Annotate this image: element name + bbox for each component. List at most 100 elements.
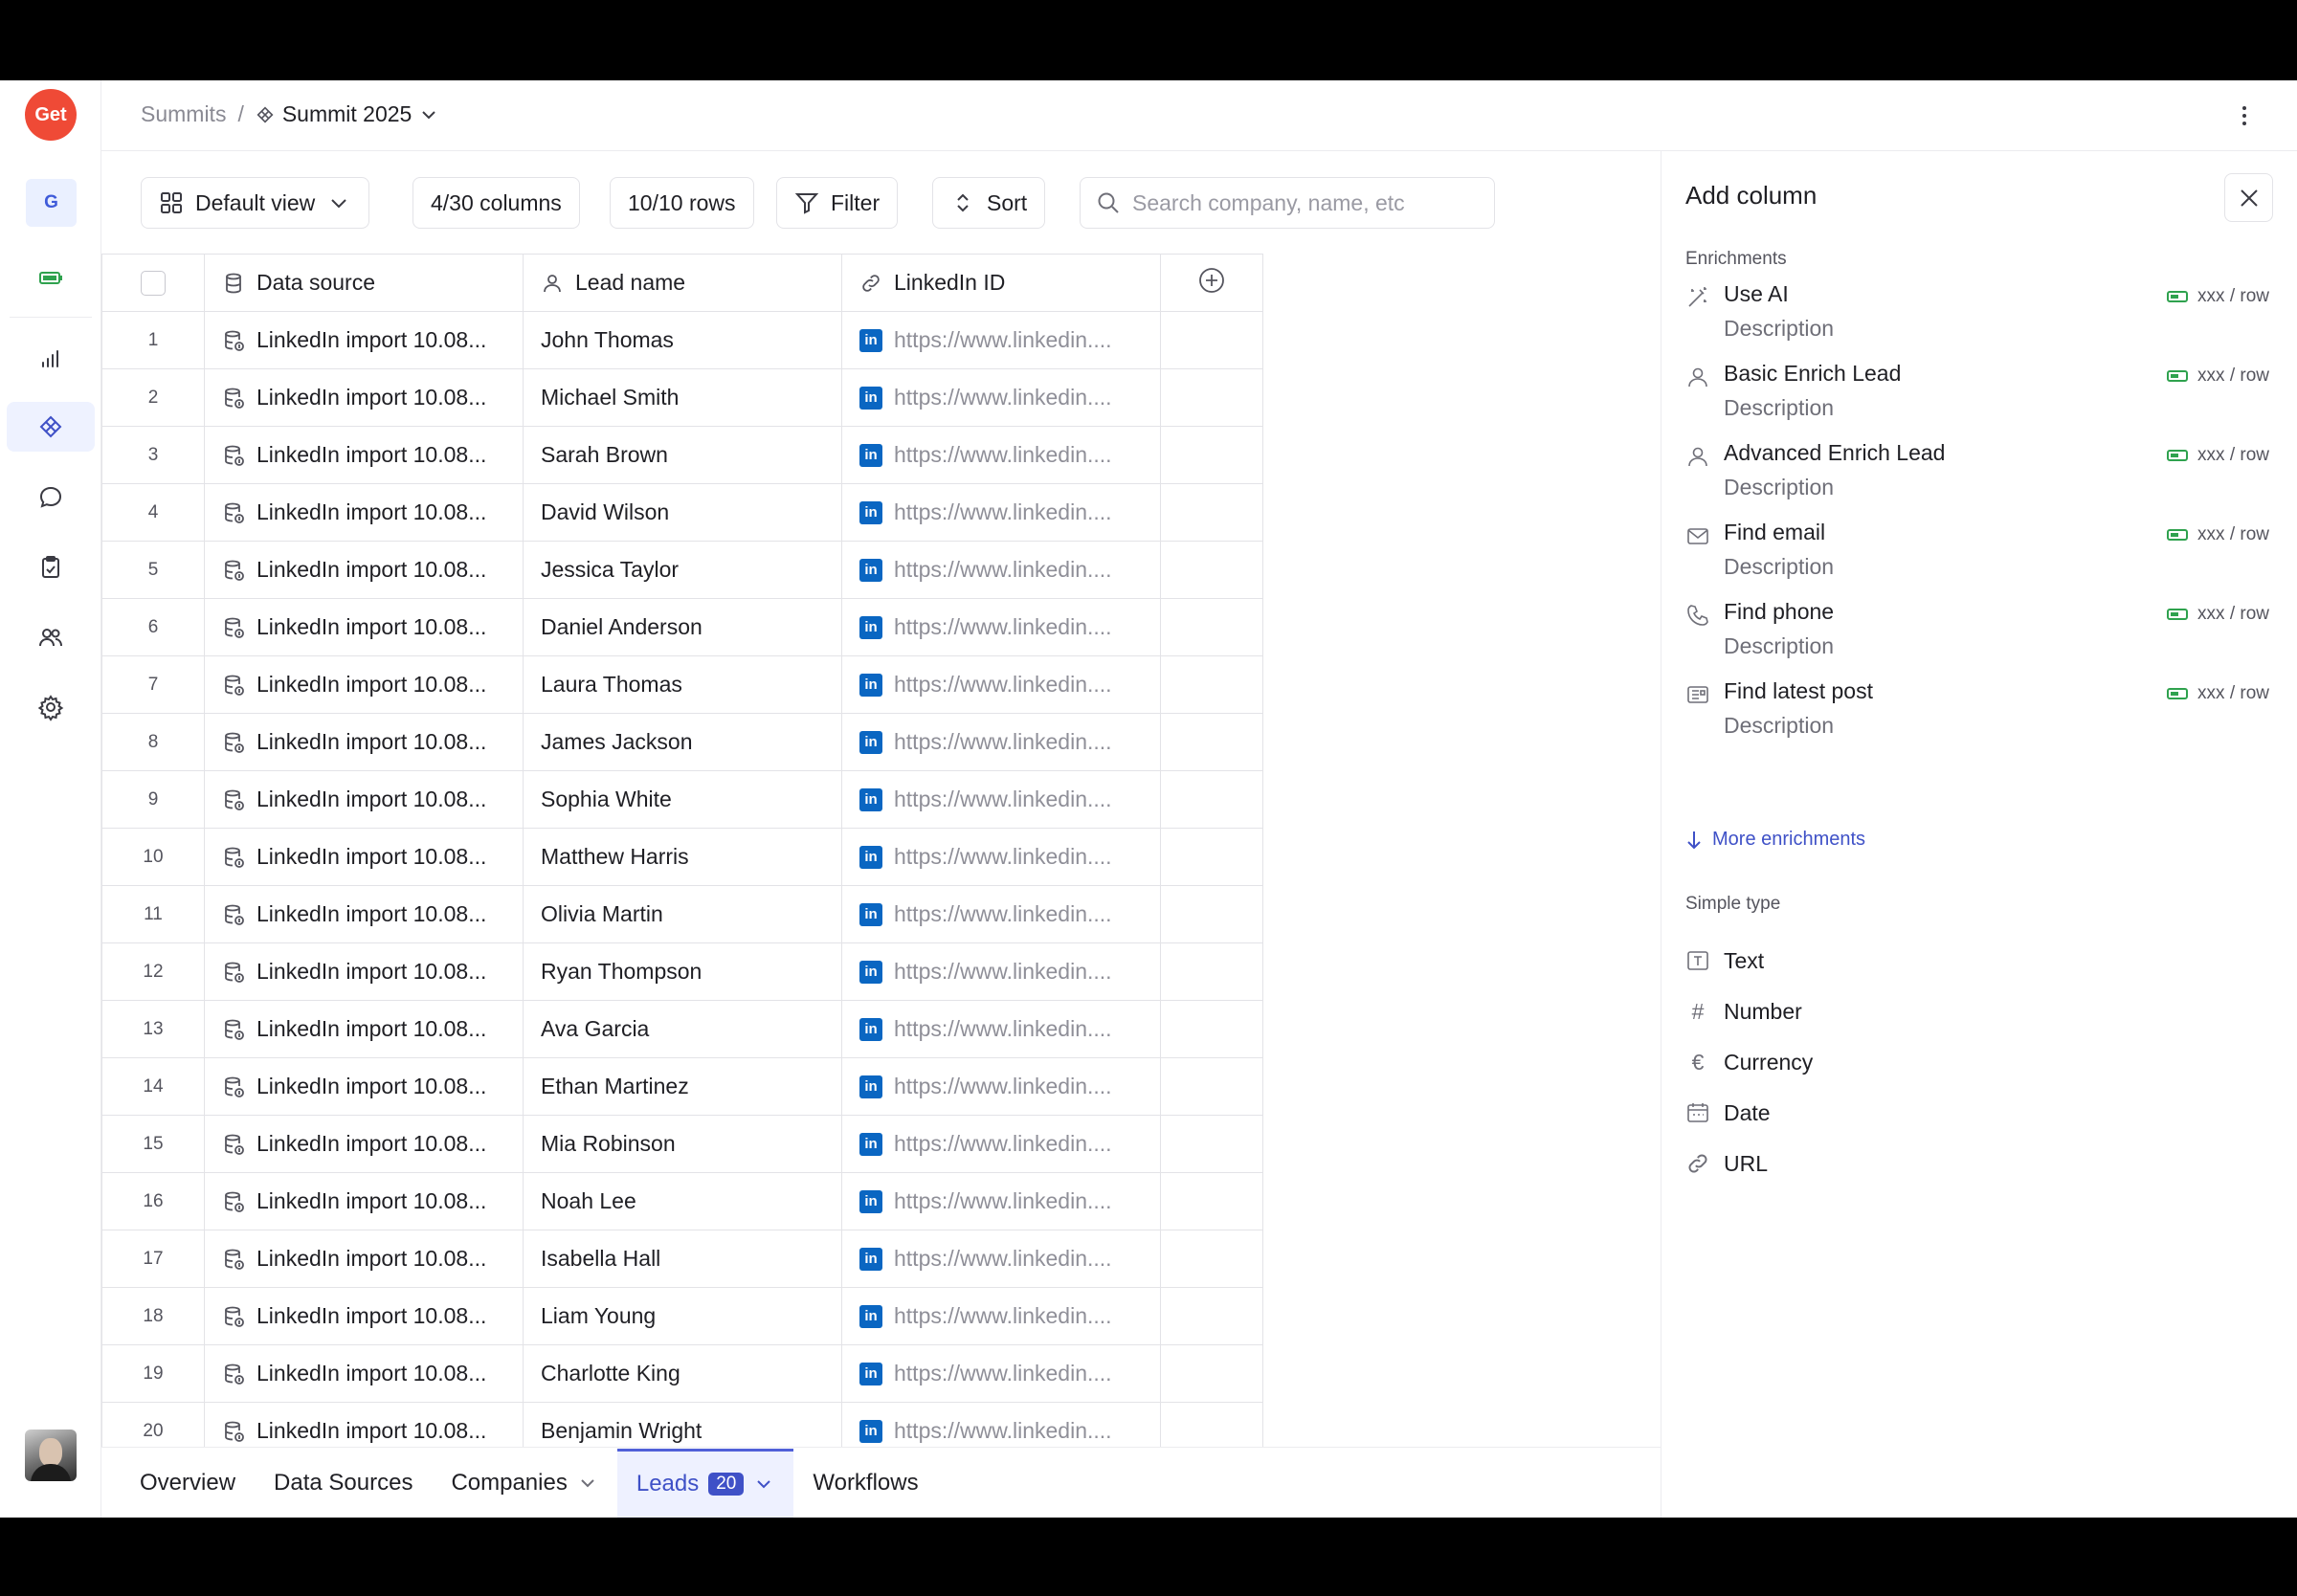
chat-icon[interactable]: [26, 473, 76, 522]
users-icon[interactable]: [26, 612, 76, 662]
data-source-cell[interactable]: LinkedIn import 10.08...: [204, 1230, 524, 1288]
empty-cell[interactable]: [1160, 885, 1263, 943]
table-row[interactable]: 8 LinkedIn import 10.08... James Jackson in…: [101, 713, 1263, 771]
breadcrumb-current[interactable]: Summit 2025: [256, 101, 439, 127]
table-row[interactable]: 2 LinkedIn import 10.08... Michael Smith in…: [101, 368, 1263, 427]
data-source-cell[interactable]: LinkedIn import 10.08...: [204, 1287, 524, 1345]
table-row[interactable]: 5 LinkedIn import 10.08... Jessica Taylor i…: [101, 541, 1263, 599]
table-row[interactable]: 20 LinkedIn import 10.08... Benjamin Wrigh…: [101, 1402, 1263, 1448]
linkedin-url[interactable]: https://www.linkedin....: [894, 959, 1112, 985]
lead-name-cell[interactable]: Olivia Martin: [523, 885, 842, 943]
table-row[interactable]: 18 LinkedIn import 10.08... Liam Young in ht…: [101, 1287, 1263, 1345]
empty-cell[interactable]: [1160, 1287, 1263, 1345]
linkedin-cell[interactable]: in https://www.linkedin....: [841, 1172, 1161, 1230]
linkedin-url[interactable]: https://www.linkedin....: [894, 1418, 1112, 1444]
data-source-cell[interactable]: LinkedIn import 10.08...: [204, 1344, 524, 1403]
tab-companies[interactable]: Companies: [432, 1448, 616, 1518]
chart-icon[interactable]: [26, 333, 76, 383]
linkedin-cell[interactable]: in https://www.linkedin....: [841, 713, 1161, 771]
linkedin-url[interactable]: https://www.linkedin....: [894, 1074, 1112, 1099]
empty-cell[interactable]: [1160, 426, 1263, 484]
data-source-cell[interactable]: LinkedIn import 10.08...: [204, 311, 524, 369]
data-source-cell[interactable]: LinkedIn import 10.08...: [204, 368, 524, 427]
linkedin-cell[interactable]: in https://www.linkedin....: [841, 1057, 1161, 1116]
linkedin-cell[interactable]: in https://www.linkedin....: [841, 1230, 1161, 1288]
lead-name-cell[interactable]: Michael Smith: [523, 368, 842, 427]
table-row[interactable]: 4 LinkedIn import 10.08... David Wilson in h…: [101, 483, 1263, 542]
simple-type-option[interactable]: URL: [1685, 1146, 2068, 1181]
lead-name-cell[interactable]: Liam Young: [523, 1287, 842, 1345]
more-enrichments-link[interactable]: More enrichments: [1685, 829, 1865, 851]
data-source-cell[interactable]: LinkedIn import 10.08...: [204, 1402, 524, 1448]
lead-name-cell[interactable]: James Jackson: [523, 713, 842, 771]
add-column-icon[interactable]: [1197, 266, 1226, 295]
select-all-checkbox[interactable]: [141, 270, 166, 296]
linkedin-url[interactable]: https://www.linkedin....: [894, 672, 1112, 698]
diamond-icon[interactable]: [7, 402, 95, 452]
lead-name-cell[interactable]: Sophia White: [523, 770, 842, 829]
empty-cell[interactable]: [1160, 828, 1263, 886]
table-row[interactable]: 10 LinkedIn import 10.08... Matthew Harris…: [101, 828, 1263, 886]
empty-cell[interactable]: [1160, 770, 1263, 829]
enrichment-option[interactable]: Basic Enrich Lead Description xxx / row: [1685, 361, 2269, 437]
linkedin-cell[interactable]: in https://www.linkedin....: [841, 1000, 1161, 1058]
lead-name-cell[interactable]: Charlotte King: [523, 1344, 842, 1403]
table-row[interactable]: 11 LinkedIn import 10.08... Olivia Martin i…: [101, 885, 1263, 943]
search-input[interactable]: [1132, 189, 1477, 216]
lead-name-cell[interactable]: Laura Thomas: [523, 655, 842, 714]
table-row[interactable]: 9 LinkedIn import 10.08... Sophia White in h…: [101, 770, 1263, 829]
column-header-linkedin[interactable]: LinkedIn ID: [841, 254, 1161, 312]
data-source-cell[interactable]: LinkedIn import 10.08...: [204, 598, 524, 656]
column-header-data-source[interactable]: Data source: [204, 254, 524, 312]
linkedin-cell[interactable]: in https://www.linkedin....: [841, 828, 1161, 886]
linkedin-cell[interactable]: in https://www.linkedin....: [841, 426, 1161, 484]
linkedin-url[interactable]: https://www.linkedin....: [894, 557, 1112, 583]
linkedin-url[interactable]: https://www.linkedin....: [894, 499, 1112, 525]
linkedin-url[interactable]: https://www.linkedin....: [894, 385, 1112, 410]
empty-cell[interactable]: [1160, 1344, 1263, 1403]
table-row[interactable]: 6 LinkedIn import 10.08... Daniel Anderson…: [101, 598, 1263, 656]
rows-button[interactable]: 10/10 rows: [610, 177, 754, 229]
linkedin-cell[interactable]: in https://www.linkedin....: [841, 1344, 1161, 1403]
linkedin-url[interactable]: https://www.linkedin....: [894, 1246, 1112, 1272]
search-box[interactable]: [1080, 177, 1495, 229]
view-selector[interactable]: Default view: [141, 177, 370, 229]
sort-button[interactable]: Sort: [932, 177, 1046, 229]
linkedin-url[interactable]: https://www.linkedin....: [894, 901, 1112, 927]
linkedin-url[interactable]: https://www.linkedin....: [894, 1303, 1112, 1329]
table-row[interactable]: 16 LinkedIn import 10.08... Noah Lee in http…: [101, 1172, 1263, 1230]
linkedin-cell[interactable]: in https://www.linkedin....: [841, 368, 1161, 427]
empty-cell[interactable]: [1160, 1402, 1263, 1448]
simple-type-option[interactable]: € Currency: [1685, 1045, 2068, 1079]
table-row[interactable]: 19 LinkedIn import 10.08... Charlotte King…: [101, 1344, 1263, 1403]
enrichment-option[interactable]: Use AI Description xxx / row: [1685, 281, 2269, 358]
table-row[interactable]: 14 LinkedIn import 10.08... Ethan Martinez…: [101, 1057, 1263, 1116]
linkedin-url[interactable]: https://www.linkedin....: [894, 327, 1112, 353]
empty-cell[interactable]: [1160, 713, 1263, 771]
linkedin-cell[interactable]: in https://www.linkedin....: [841, 770, 1161, 829]
tab-overview[interactable]: Overview: [121, 1448, 255, 1518]
lead-name-cell[interactable]: Daniel Anderson: [523, 598, 842, 656]
linkedin-url[interactable]: https://www.linkedin....: [894, 1016, 1112, 1042]
more-options-icon[interactable]: [2230, 101, 2259, 130]
app-logo[interactable]: Get: [25, 89, 77, 141]
lead-name-cell[interactable]: Noah Lee: [523, 1172, 842, 1230]
linkedin-url[interactable]: https://www.linkedin....: [894, 729, 1112, 755]
linkedin-cell[interactable]: in https://www.linkedin....: [841, 942, 1161, 1001]
simple-type-option[interactable]: # Number: [1685, 994, 2068, 1029]
table-row[interactable]: 13 LinkedIn import 10.08... Ava Garcia in ht…: [101, 1000, 1263, 1058]
linkedin-cell[interactable]: in https://www.linkedin....: [841, 483, 1161, 542]
data-source-cell[interactable]: LinkedIn import 10.08...: [204, 1115, 524, 1173]
linkedin-url[interactable]: https://www.linkedin....: [894, 1188, 1112, 1214]
linkedin-cell[interactable]: in https://www.linkedin....: [841, 1287, 1161, 1345]
data-source-cell[interactable]: LinkedIn import 10.08...: [204, 483, 524, 542]
data-source-cell[interactable]: LinkedIn import 10.08...: [204, 828, 524, 886]
lead-name-cell[interactable]: Benjamin Wright: [523, 1402, 842, 1448]
clipboard-icon[interactable]: [26, 543, 76, 592]
lead-name-cell[interactable]: Sarah Brown: [523, 426, 842, 484]
column-header-lead-name[interactable]: Lead name: [523, 254, 842, 312]
data-source-cell[interactable]: LinkedIn import 10.08...: [204, 942, 524, 1001]
empty-cell[interactable]: [1160, 1172, 1263, 1230]
gear-icon[interactable]: [26, 682, 76, 732]
lead-name-cell[interactable]: Ryan Thompson: [523, 942, 842, 1001]
